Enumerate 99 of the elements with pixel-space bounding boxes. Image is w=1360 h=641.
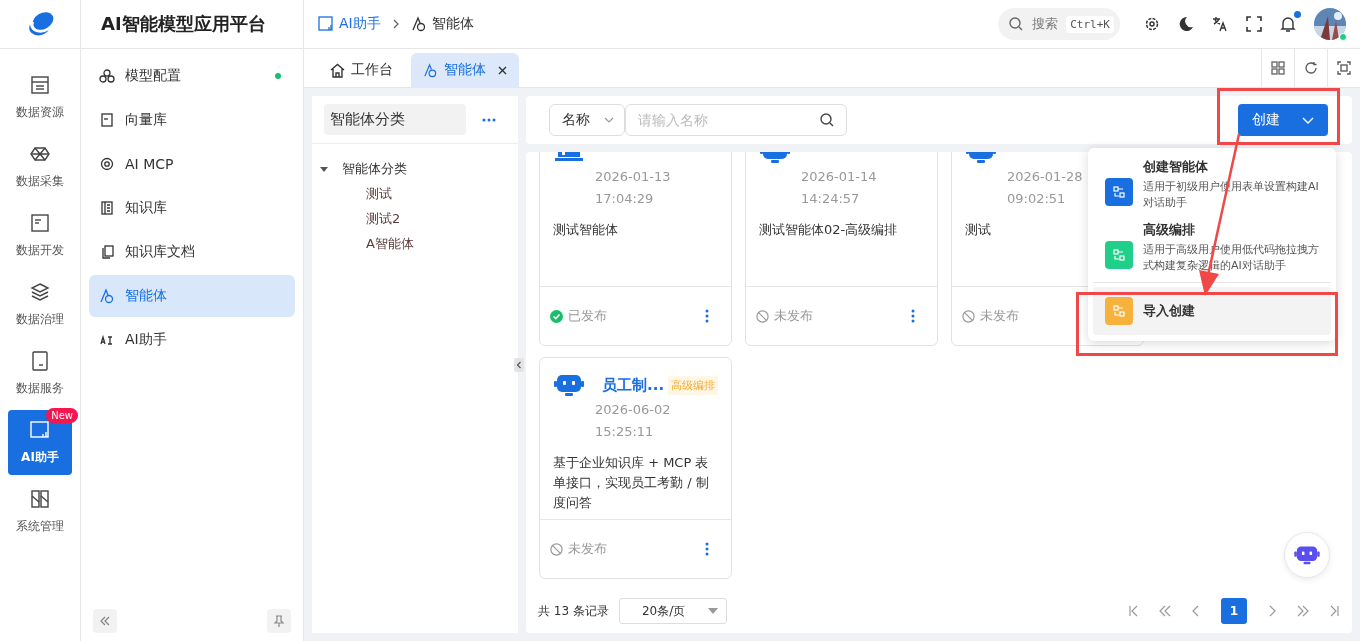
settings-icon[interactable]	[1144, 16, 1160, 32]
sidebar-item[interactable]: AI助手	[89, 319, 295, 361]
module-icon	[29, 212, 51, 234]
sidebar-item[interactable]: 知识库文档	[89, 231, 295, 273]
app-title: AI智能模型应用平台	[81, 0, 303, 49]
ai-monitor-icon	[318, 16, 334, 32]
rail-item[interactable]: 数据治理	[8, 272, 72, 337]
card-description: 测试智能体02-高级编排	[758, 221, 899, 239]
rail-item[interactable]: 数据资源	[8, 65, 72, 130]
breadcrumb-item[interactable]: 智能体	[431, 15, 474, 33]
fullscreen-icon[interactable]	[1246, 16, 1262, 32]
search-field[interactable]: 搜索 Ctrl+K	[998, 8, 1120, 40]
robot-icon	[554, 372, 584, 398]
rail-item[interactable]: 数据采集	[8, 134, 72, 199]
menu-item-icon	[99, 200, 115, 216]
module-icon	[29, 488, 51, 510]
caret-down-icon	[707, 608, 718, 614]
page-button[interactable]: 1	[1221, 598, 1247, 624]
card-description: 测试	[964, 221, 992, 239]
module-icon	[29, 281, 51, 303]
jump-forward-icon[interactable]	[1297, 605, 1309, 617]
chevron-right-icon	[391, 19, 400, 29]
card-date: 2026-01-14	[800, 168, 878, 186]
search-placeholder: 搜索	[1032, 15, 1059, 33]
publish-status: 已发布	[568, 307, 607, 325]
more-icon[interactable]	[911, 309, 915, 323]
card-date: 2026-01-13	[594, 168, 672, 186]
page-size-select[interactable]: 20条/页	[618, 598, 727, 624]
shortcut-hint: Ctrl+K	[1066, 15, 1114, 33]
menu-item[interactable]: 导入创建	[1093, 287, 1331, 335]
card-description: 测试智能体	[552, 221, 619, 239]
card-date: 2026-06-02	[594, 401, 672, 419]
menu-item-icon	[99, 288, 115, 304]
menu-item-title: 创建智能体	[1143, 158, 1209, 176]
publish-status: 未发布	[568, 540, 607, 558]
publish-status: 未发布	[774, 307, 813, 325]
menu-item-icon	[99, 68, 115, 84]
page-tab[interactable]: 工作台	[351, 61, 393, 79]
card-time: 09:02:51	[1006, 190, 1067, 208]
online-dot	[1339, 33, 1347, 41]
module-icon	[29, 350, 51, 372]
new-badge: New	[46, 408, 78, 423]
close-icon[interactable]	[498, 65, 507, 75]
more-icon[interactable]	[705, 542, 709, 556]
agent-card[interactable]: 2026-01-14 14:24:57 测试智能体02-高级编排 未发布	[745, 152, 938, 346]
search-icon	[1008, 16, 1025, 32]
breadcrumb-item[interactable]: AI助手	[339, 15, 381, 33]
card-title[interactable]: 员工制...	[602, 375, 665, 395]
menu-item-icon	[99, 112, 115, 128]
more-icon[interactable]	[705, 309, 709, 323]
sidebar-item[interactable]: AI MCP	[89, 143, 295, 185]
assistant-button[interactable]	[1284, 532, 1330, 578]
module-icon	[29, 74, 51, 96]
card-time: 17:04:29	[594, 190, 655, 208]
card-time: 14:24:57	[800, 190, 861, 208]
menu-item-icon	[99, 244, 115, 260]
robot-icon	[1294, 544, 1320, 566]
home-icon	[330, 62, 345, 78]
rail-item[interactable]: 数据开发	[8, 203, 72, 268]
agent-icon	[423, 62, 438, 78]
more-icon[interactable]	[482, 117, 496, 122]
rail-item[interactable]: 数据服务	[8, 341, 72, 406]
chevron-down-icon	[1302, 116, 1314, 124]
card-description: 基于企业知识库 + MCP 表单接口，实现员工考勤 / 制度问答	[552, 454, 710, 512]
card-time: 15:25:11	[594, 423, 655, 441]
module-icon	[29, 419, 51, 441]
agent-icon	[410, 16, 427, 32]
sidebar-item[interactable]: 模型配置	[89, 55, 295, 97]
search-icon[interactable]	[819, 112, 835, 128]
jump-back-icon[interactable]	[1159, 605, 1171, 617]
bell-icon[interactable]	[1280, 15, 1296, 33]
sidebar-item[interactable]: 知识库	[89, 187, 295, 229]
category-title: 智能体分类	[324, 104, 466, 135]
rail-item[interactable]: 系统管理	[8, 479, 72, 544]
tree-item[interactable]: 测试	[366, 184, 392, 203]
agent-card[interactable]: 员工制... 高级编排 2026-06-02 15:25:11 基于企业知识库 + MCP 表单接口，实现员工考勤 / 制度问答 未发布	[539, 357, 732, 579]
translate-icon[interactable]	[1212, 16, 1228, 32]
name-search-field[interactable]: 请输入名称	[625, 104, 847, 136]
agent-card[interactable]: 2026-01-13 17:04:29 测试智能体 已发布	[539, 152, 732, 346]
sidebar-item[interactable]: 智能体	[89, 275, 295, 317]
tree-item[interactable]: 测试2	[366, 209, 401, 228]
record-count: 共 13 条记录	[538, 602, 609, 620]
tree-item[interactable]: 智能体分类	[342, 159, 407, 178]
menu-item-title: 高级编排	[1143, 221, 1196, 239]
last-page-icon[interactable]	[1328, 605, 1340, 617]
sidebar-item[interactable]: 向量库	[89, 99, 295, 141]
menu-item-icon	[99, 156, 115, 172]
collapse-handle[interactable]	[514, 358, 524, 372]
tree-item[interactable]: A智能体	[366, 234, 414, 253]
card-date: 2026-01-28	[1006, 168, 1084, 186]
caret-icon[interactable]	[320, 164, 328, 173]
publish-status: 未发布	[980, 307, 1019, 325]
type-tag: 高级编排	[668, 375, 719, 395]
collapse-icon[interactable]	[93, 609, 117, 633]
first-page-icon[interactable]	[1128, 605, 1140, 617]
chevron-down-icon	[604, 117, 614, 123]
menu-item-title: 导入创建	[1143, 302, 1195, 320]
create-button[interactable]: 创建	[1238, 104, 1328, 136]
moon-icon[interactable]	[1178, 16, 1194, 32]
